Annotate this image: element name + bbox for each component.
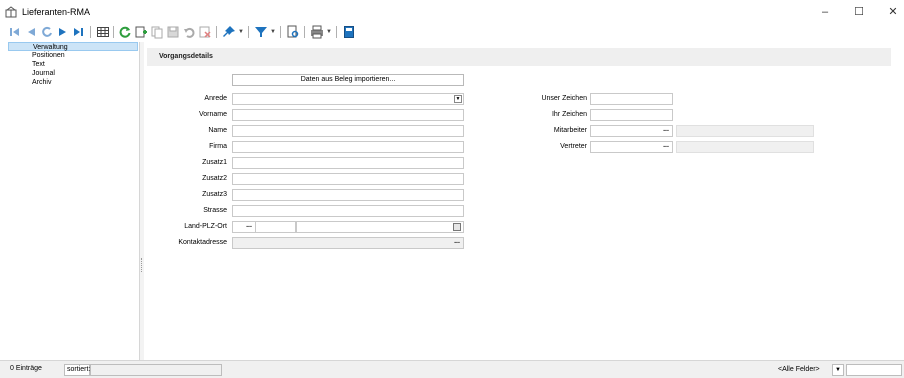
- toolbar-separator: [304, 26, 305, 38]
- minimize-button[interactable]: –: [808, 0, 842, 24]
- previous-record-icon[interactable]: [24, 25, 38, 39]
- filter-dropdown-icon[interactable]: ▼: [270, 25, 278, 39]
- toolbar: ▼ ▼ ▼: [0, 24, 904, 42]
- toolbar-separator: [336, 26, 337, 38]
- firma-label: Firma: [209, 143, 227, 150]
- document-search-icon[interactable]: [286, 25, 300, 39]
- strasse-label: Strasse: [203, 207, 227, 214]
- print-icon[interactable]: [310, 25, 324, 39]
- zusatz2-input[interactable]: [232, 173, 464, 185]
- panel-splitter[interactable]: [140, 42, 144, 360]
- toolbar-separator: [216, 26, 217, 38]
- first-record-icon[interactable]: [8, 25, 22, 39]
- search-input[interactable]: [846, 364, 902, 376]
- strasse-input[interactable]: [232, 205, 464, 217]
- kontaktadresse-input[interactable]: ...: [232, 237, 464, 249]
- zusatz1-label: Zusatz1: [202, 159, 227, 166]
- last-record-icon[interactable]: [72, 25, 86, 39]
- chevron-down-icon[interactable]: ▼: [454, 95, 462, 103]
- toolbar-separator: [90, 26, 91, 38]
- ihr-zeichen-label: Ihr Zeichen: [551, 111, 587, 118]
- section-title: Vorgangsdetails: [159, 53, 213, 60]
- land-plz-ort-label: Land-PLZ-Ort: [184, 223, 227, 230]
- name-input[interactable]: [232, 125, 464, 137]
- window-title: Lieferanten-RMA: [22, 7, 91, 17]
- mitarbeiter-lookup-button[interactable]: ...: [661, 126, 671, 136]
- vertreter-lookup-button[interactable]: ...: [661, 142, 671, 152]
- sort-status: sortiert:: [64, 364, 90, 376]
- title-bar: Lieferanten-RMA – ☐ ✕: [0, 0, 904, 24]
- vertreter-name-display: [676, 141, 814, 153]
- splitter-grip: [141, 258, 142, 272]
- toolbar-separator: [280, 26, 281, 38]
- ihr-zeichen-input[interactable]: [590, 109, 673, 121]
- close-button[interactable]: ✕: [876, 0, 904, 24]
- table-icon[interactable]: [96, 25, 110, 39]
- mitarbeiter-label: Mitarbeiter: [553, 127, 587, 134]
- details-pane: Vorgangsdetails Daten aus Beleg importie…: [147, 48, 891, 360]
- zusatz1-input[interactable]: [232, 157, 464, 169]
- field-filter-dropdown-icon[interactable]: ▼: [832, 364, 844, 376]
- status-bar: 0 Einträge sortiert: <Alle Felder> ▼: [0, 360, 904, 378]
- kontaktadresse-lookup-button[interactable]: ...: [452, 238, 462, 248]
- next-record-icon[interactable]: [56, 25, 70, 39]
- nav-item-journal[interactable]: Journal: [8, 69, 138, 78]
- nav-item-positionen[interactable]: Positionen: [8, 51, 138, 60]
- calculator-icon[interactable]: [342, 25, 356, 39]
- nav-item-text[interactable]: Text: [8, 60, 138, 69]
- delete-icon[interactable]: [198, 25, 212, 39]
- toolbar-separator: [248, 26, 249, 38]
- nav-item-archiv[interactable]: Archiv: [8, 78, 138, 87]
- anrede-label: Anrede: [204, 95, 227, 102]
- mitarbeiter-name-display: [676, 125, 814, 137]
- vertreter-input[interactable]: ...: [590, 141, 673, 153]
- import-from-document-button[interactable]: Daten aus Beleg importieren...: [232, 74, 464, 86]
- zusatz2-label: Zusatz2: [202, 175, 227, 182]
- back-icon[interactable]: [40, 25, 54, 39]
- vertreter-label: Vertreter: [560, 143, 587, 150]
- save-icon[interactable]: [166, 25, 180, 39]
- land-lookup-button[interactable]: ...: [244, 222, 254, 232]
- plz-lookup-icon[interactable]: [453, 223, 461, 231]
- print-dropdown-icon[interactable]: ▼: [326, 25, 334, 39]
- vorname-label: Vorname: [198, 111, 227, 118]
- filter-icon[interactable]: [254, 25, 268, 39]
- undo-icon[interactable]: [182, 25, 196, 39]
- pin-dropdown-icon[interactable]: ▼: [238, 25, 246, 39]
- toolbar-separator: [113, 26, 114, 38]
- refresh-icon[interactable]: [118, 25, 132, 39]
- ort-input[interactable]: [296, 221, 464, 233]
- vorname-input[interactable]: [232, 109, 464, 121]
- status-panel: [90, 364, 222, 376]
- nav-item-verwaltung[interactable]: Verwaltung: [8, 42, 138, 51]
- field-filter-label[interactable]: <Alle Felder>: [778, 366, 820, 373]
- name-label: Name: [208, 127, 227, 134]
- mitarbeiter-input[interactable]: ...: [590, 125, 673, 137]
- entry-count: 0 Einträge: [8, 364, 56, 376]
- kontaktadresse-label: Kontaktadresse: [178, 239, 227, 246]
- maximize-button[interactable]: ☐: [842, 0, 876, 24]
- zusatz3-label: Zusatz3: [202, 191, 227, 198]
- new-record-icon[interactable]: [134, 25, 148, 39]
- pin-icon[interactable]: [222, 25, 236, 39]
- zusatz3-input[interactable]: [232, 189, 464, 201]
- plz-input[interactable]: [256, 221, 296, 233]
- app-icon: [5, 6, 17, 18]
- unser-zeichen-label: Unser Zeichen: [541, 95, 587, 102]
- anrede-select[interactable]: ▼: [232, 93, 464, 105]
- section-header: Vorgangsdetails: [147, 48, 891, 66]
- land-input[interactable]: ...: [232, 221, 256, 233]
- copy-icon[interactable]: [150, 25, 164, 39]
- navigation-panel: Verwaltung Positionen Text Journal Archi…: [0, 42, 140, 360]
- unser-zeichen-input[interactable]: [590, 93, 673, 105]
- firma-input[interactable]: [232, 141, 464, 153]
